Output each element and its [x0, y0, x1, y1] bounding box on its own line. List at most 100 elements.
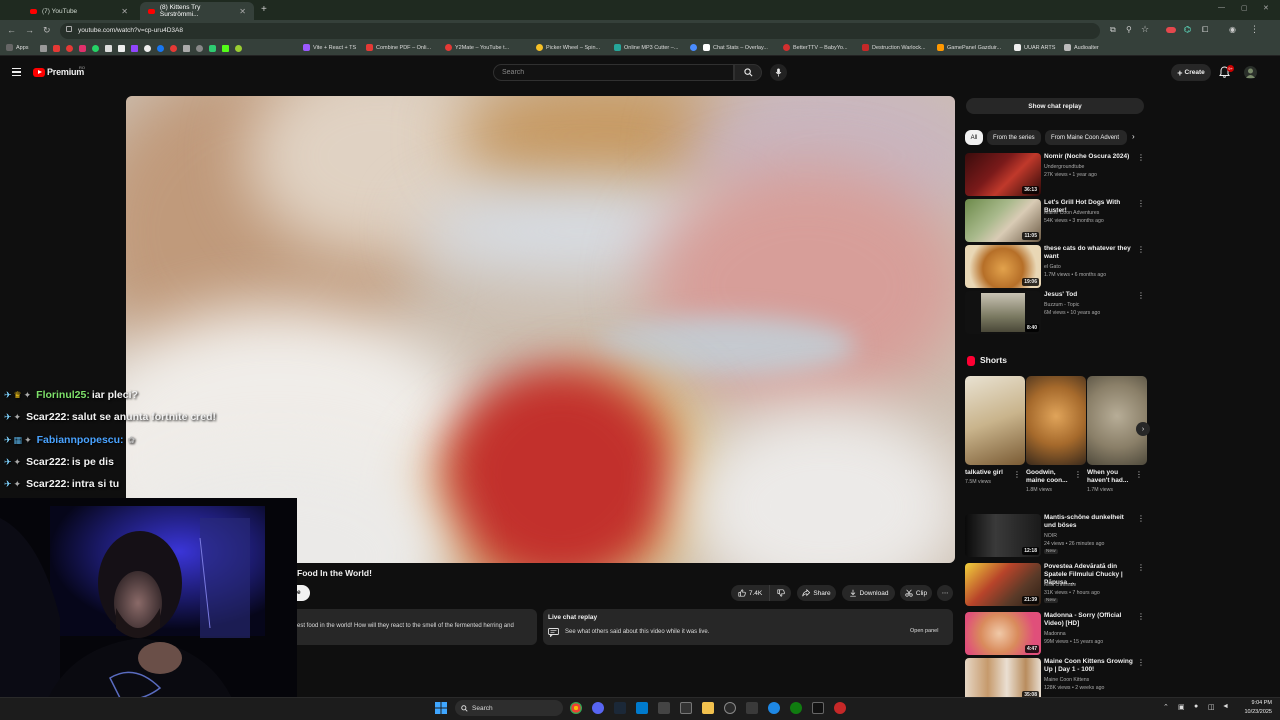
recommendation-item[interactable]: 21:39 Povestea Adevărată din Spatele Fil…: [965, 563, 1145, 606]
bookmark-item[interactable]: GamePanel Gazduir...: [937, 44, 1001, 51]
whatsapp-icon[interactable]: [92, 45, 99, 52]
hamburger-menu-icon[interactable]: [12, 68, 21, 76]
browser-tab-active[interactable]: (8) Kittens Try Surströmmi... ✕: [140, 2, 254, 20]
vscode-icon[interactable]: [636, 702, 648, 714]
chip-from-channel[interactable]: From Maine Coon Advent: [1045, 130, 1127, 145]
short-item[interactable]: Goodwin, maine coon... 1.8M views ⋮: [1026, 376, 1086, 493]
close-tab-icon[interactable]: ✕: [121, 7, 128, 16]
more-vert-icon[interactable]: ⋮: [1137, 563, 1145, 572]
bookmark-icon[interactable]: [209, 45, 216, 52]
recommendation-item[interactable]: 19:06 these cats do whatever they want e…: [965, 245, 1145, 288]
facebook-icon[interactable]: [157, 45, 164, 52]
create-button[interactable]: + Create: [1171, 64, 1211, 81]
bookmark-item[interactable]: Online MP3 Cutter –...: [614, 44, 678, 51]
reload-icon[interactable]: ↻: [43, 25, 51, 36]
open-panel-button[interactable]: Open panel: [910, 628, 938, 634]
app-icon[interactable]: [724, 702, 736, 714]
download-button[interactable]: Download: [842, 585, 895, 601]
url-field[interactable]: youtube.com/watch?v=cp-uru4D3A8: [60, 23, 1100, 39]
browser-menu-icon[interactable]: ⋮: [1250, 24, 1259, 35]
more-vert-icon[interactable]: ⋮: [1137, 199, 1145, 208]
windows-start-icon[interactable]: [435, 702, 447, 714]
video-thumbnail[interactable]: 35:08: [965, 658, 1041, 701]
video-thumbnail[interactable]: 11:05: [965, 199, 1041, 242]
chip-all[interactable]: All: [965, 130, 983, 145]
bookmark-item[interactable]: BetterTTV – BabyYo...: [783, 44, 848, 51]
recommendation-item[interactable]: 36:13 Nomir (Noche Oscura 2024) Undergro…: [965, 153, 1145, 196]
twitch-icon[interactable]: [131, 45, 138, 52]
dislike-button[interactable]: [769, 585, 791, 601]
shorts-next-chevron-icon[interactable]: ›: [1136, 422, 1150, 436]
more-actions-button[interactable]: ⋯: [937, 585, 953, 601]
bookmark-item[interactable]: UUAR ARTS: [1014, 44, 1055, 51]
discord-icon[interactable]: [592, 702, 604, 714]
account-avatar[interactable]: [1244, 66, 1257, 79]
chips-next-chevron-icon[interactable]: ›: [1132, 132, 1135, 141]
search-input[interactable]: [493, 64, 734, 81]
app-icon[interactable]: [834, 702, 846, 714]
zoom-icon[interactable]: ⚲: [1126, 25, 1132, 34]
bookmark-item[interactable]: Chat Stats – Overlay...: [690, 44, 768, 51]
show-chat-replay-button[interactable]: Show chat replay: [966, 98, 1144, 114]
recommendation-item[interactable]: 11:05 Let's Grill Hot Dogs With Buster! …: [965, 199, 1145, 242]
network-icon[interactable]: ◫: [1208, 703, 1215, 711]
bookmark-item[interactable]: Combine PDF – Onli...: [366, 44, 431, 51]
more-vert-icon[interactable]: ⋮: [1137, 612, 1145, 621]
forward-icon[interactable]: →: [25, 25, 34, 35]
chrome-icon[interactable]: [570, 702, 582, 714]
maximize-icon[interactable]: ▢: [1241, 4, 1248, 12]
volume-icon[interactable]: ◄: [1222, 703, 1229, 710]
video-thumbnail[interactable]: 12:18: [965, 514, 1041, 557]
close-window-icon[interactable]: ✕: [1263, 4, 1269, 12]
minimize-icon[interactable]: —: [1218, 4, 1225, 11]
voice-search-button[interactable]: [770, 64, 787, 81]
bookmark-item[interactable]: Picker Wheel – Spin...: [536, 44, 600, 51]
search-button[interactable]: [734, 64, 762, 81]
instagram-icon[interactable]: [79, 45, 86, 52]
app-icon[interactable]: [812, 702, 824, 714]
short-thumbnail[interactable]: [1087, 376, 1147, 465]
video-thumbnail[interactable]: 36:13: [965, 153, 1041, 196]
tray-icon[interactable]: ▣: [1178, 703, 1185, 711]
site-info-icon[interactable]: [66, 26, 72, 32]
bookmark-icon[interactable]: [196, 45, 203, 52]
share-button[interactable]: Share: [797, 585, 836, 601]
install-app-icon[interactable]: ⧉: [1110, 25, 1116, 35]
bookmark-icon[interactable]: [170, 45, 177, 52]
more-vert-icon[interactable]: ⋮: [1137, 514, 1145, 523]
clip-button[interactable]: Clip: [900, 585, 932, 601]
short-thumbnail[interactable]: [965, 376, 1025, 465]
video-player[interactable]: [126, 96, 955, 563]
more-vert-icon[interactable]: ⋮: [1137, 658, 1145, 667]
bookmark-item[interactable]: Y2Mate – YouTube t...: [445, 44, 509, 51]
file-explorer-icon[interactable]: [702, 702, 714, 714]
more-vert-icon[interactable]: ⋮: [1137, 153, 1145, 162]
bookmark-apps[interactable]: Apps: [6, 44, 29, 51]
more-vert-icon[interactable]: ⋮: [1137, 291, 1145, 300]
more-vert-icon[interactable]: ⋮: [1013, 470, 1021, 479]
video-thumbnail[interactable]: 4:47: [965, 612, 1041, 655]
bookmark-icon[interactable]: [40, 45, 47, 52]
steam-icon[interactable]: [614, 702, 626, 714]
like-button[interactable]: 7.4K: [731, 585, 769, 601]
youtube-logo-icon[interactable]: [33, 68, 45, 77]
extension-icon[interactable]: ⌬: [1184, 25, 1191, 34]
chevron-up-icon[interactable]: ⌃: [1163, 703, 1169, 711]
recommendation-item[interactable]: 35:08 Maine Coon Kittens Growing Up | Da…: [965, 658, 1145, 701]
profile-icon[interactable]: ◉: [1229, 25, 1236, 34]
kick-icon[interactable]: [222, 45, 229, 52]
more-vert-icon[interactable]: ⋮: [1135, 470, 1143, 479]
taskbar-clock-date[interactable]: 10/23/2025: [1238, 709, 1272, 715]
close-tab-icon[interactable]: ✕: [239, 7, 246, 16]
bookmark-icon[interactable]: [66, 45, 73, 52]
bookmark-item[interactable]: Destruction Warlock...: [862, 44, 926, 51]
microphone-tray-icon[interactable]: ●: [1194, 703, 1198, 710]
video-thumbnail[interactable]: 21:39: [965, 563, 1041, 606]
video-thumbnail[interactable]: 19:06: [965, 245, 1041, 288]
new-tab-icon[interactable]: +: [261, 4, 267, 15]
short-item[interactable]: talkative girl 7.5M views ⋮: [965, 376, 1025, 485]
browser-tab[interactable]: (7) YouTube ✕: [22, 2, 136, 20]
recommendation-item[interactable]: 12:18 Mantis-schöne dunkelheit und böses…: [965, 514, 1145, 557]
recommendation-item[interactable]: 8:40 Jesus' Tod Buzzum - Topic 6M views …: [965, 291, 1145, 334]
extensions-puzzle-icon[interactable]: ⧠: [1202, 25, 1208, 35]
